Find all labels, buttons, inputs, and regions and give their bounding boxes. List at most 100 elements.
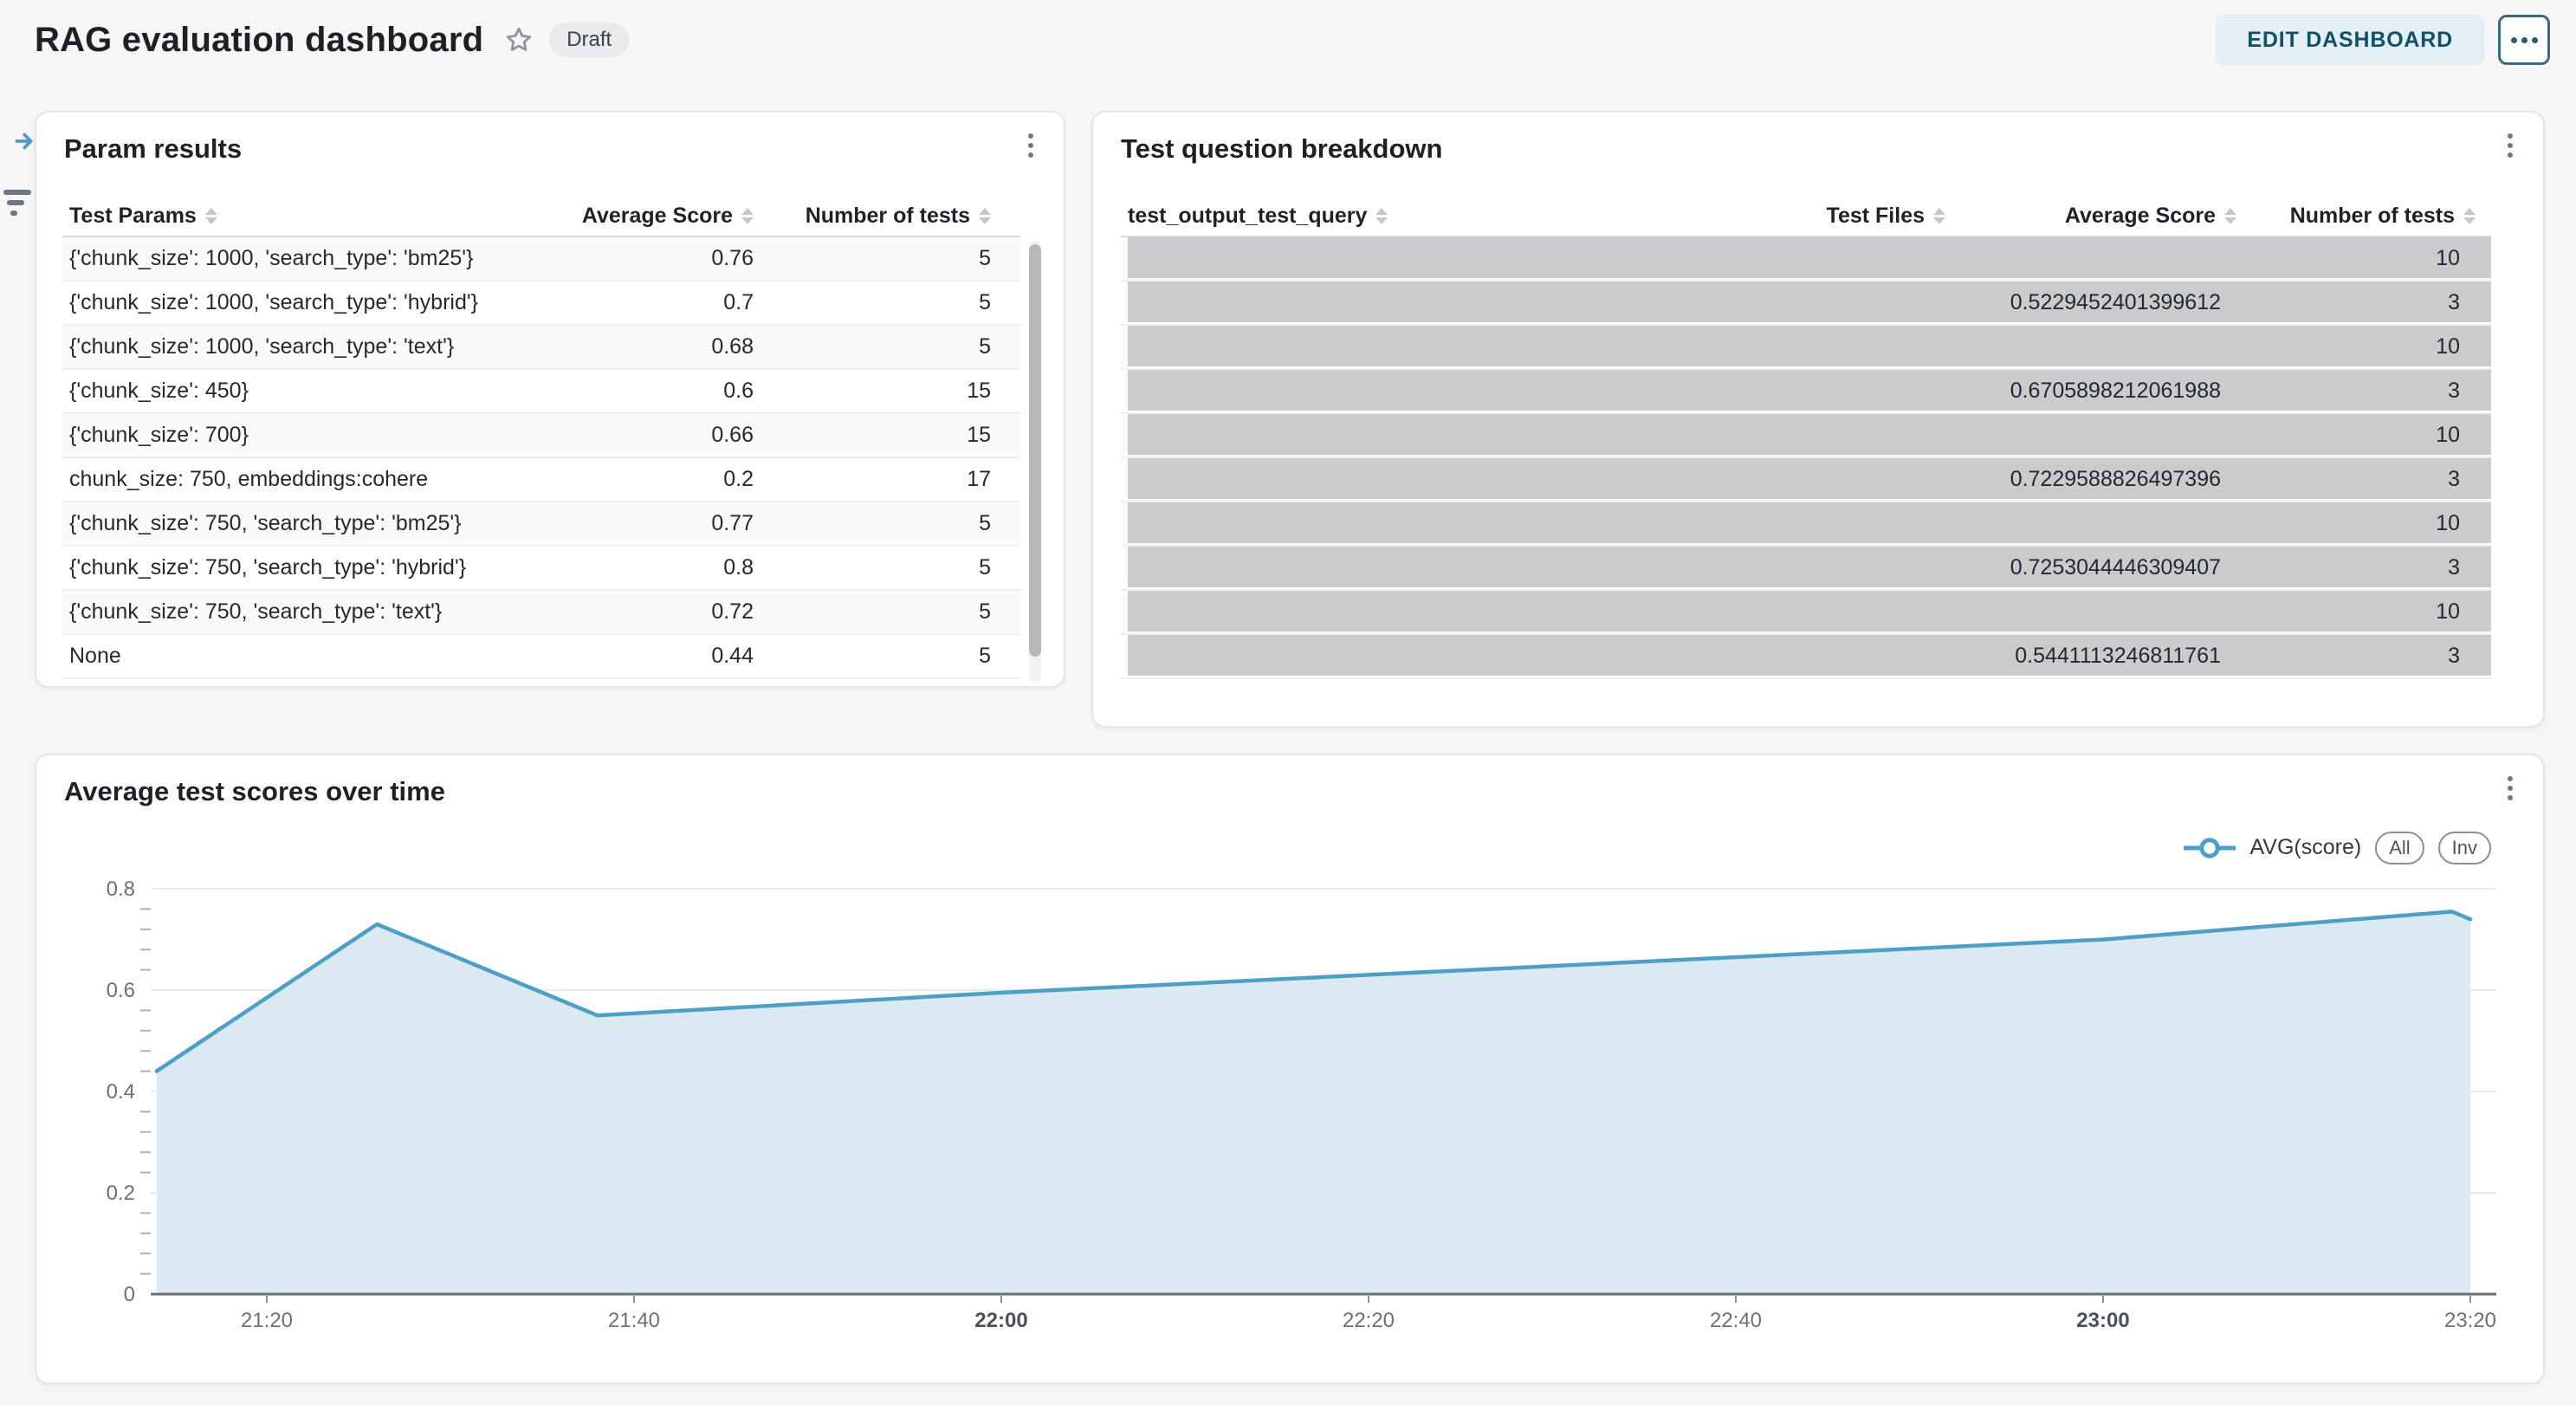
table-row: {'chunk_size': 750, 'search_type': 'bm25… <box>62 502 1020 547</box>
table-cell-with-bar: 3 <box>2252 547 2491 589</box>
table-cell: {'chunk_size': 1000, 'search_type': 'tex… <box>62 326 582 368</box>
table-row: Who is the main character in 'The Call o… <box>1121 414 2491 458</box>
table-cell: 0.2 <box>582 458 769 501</box>
table-cell: 5 <box>769 502 1006 545</box>
table-cell: 5 <box>769 326 1006 368</box>
table-cell-with-bar: 10 <box>2252 326 2491 368</box>
x-axis-label: 22:40 <box>1710 1309 1762 1332</box>
table-cell-with-bar: 10 <box>2252 414 2491 456</box>
table-cell: 5 <box>769 591 1006 633</box>
table-cell-with-bar: 10 <box>2252 502 2491 545</box>
table-cell-with-bar: 10 <box>2252 591 2491 633</box>
filter-icon[interactable] <box>3 190 38 216</box>
dot <box>2521 37 2527 43</box>
column-header-0[interactable]: Test Params <box>62 196 582 236</box>
x-axis-label: 22:20 <box>1343 1309 1395 1332</box>
column-header-0[interactable]: test_output_test_query <box>1121 196 1809 236</box>
table-row: {'chunk_size': 1000, 'search_type': 'bm2… <box>62 237 1020 282</box>
param-results-card: Param results Test ParamsAverage ScoreNu… <box>35 111 1065 688</box>
table-scrollbar <box>1029 241 1041 683</box>
table-cell: 0.72 <box>582 591 769 633</box>
table-cell: {'chunk_size': 700} <box>62 414 582 456</box>
column-header-2[interactable]: Average Score <box>1961 196 2252 236</box>
table-cell: 15 <box>769 370 1006 412</box>
table-row: Why is Buck kidnapped?30.544111324681176… <box>1121 635 2491 679</box>
table-row: {'chunk_size': 1000, 'search_type': 'tex… <box>62 326 1020 370</box>
table-cell: 17 <box>769 458 1006 501</box>
table-row: {'chunk_size': 700}0.6615 <box>62 414 1020 458</box>
scores-over-time-card: Average test scores over time AVG(score)… <box>35 754 2545 1384</box>
table-cell: 0.8 <box>582 547 769 589</box>
table-cell-with-bar: 3 <box>2252 458 2491 501</box>
table-header-row: Test ParamsAverage ScoreNumber of tests <box>62 196 1020 237</box>
table-cell: 0.7 <box>582 282 769 324</box>
table-row: chunk_size: 750, embeddings:cohere0.217 <box>62 458 1020 502</box>
question-breakdown-card: Test question breakdown test_output_test… <box>1091 111 2545 728</box>
sort-icon[interactable] <box>1933 208 1945 224</box>
table-cell: 0.76 <box>582 237 769 280</box>
table-row: Who is the main character in 'The Call o… <box>1121 458 2491 502</box>
area-chart: 00.20.40.60.821:2021:4022:0022:2022:4023… <box>36 755 2547 1386</box>
sort-icon[interactable] <box>979 208 991 224</box>
x-axis-label: 22:00 <box>974 1309 1027 1332</box>
column-header-3[interactable]: Number of tests <box>2252 196 2491 236</box>
page-title: RAG evaluation dashboard <box>35 21 483 60</box>
more-options-button[interactable] <box>2498 15 2550 65</box>
table-cell: 0.6 <box>582 370 769 412</box>
card-menu-kebab-icon[interactable] <box>2491 126 2529 165</box>
sort-icon[interactable] <box>2463 208 2476 224</box>
table-row: Who wrote 'The Call of the Wild'?30.7253… <box>1121 547 2491 591</box>
card-title: Param results <box>64 133 242 165</box>
x-axis-label: 21:40 <box>608 1309 660 1332</box>
table-row: {'chunk_size': 450}0.615 <box>62 370 1020 414</box>
table-row: Where does Buck live at the start of the… <box>1121 326 2491 370</box>
y-axis-label: 0.8 <box>107 877 135 901</box>
table-row: Where does Buck live at the start of the… <box>1121 370 2491 414</box>
table-cell: 0.44 <box>582 635 769 677</box>
table-row: Why is Buck kidnapped?20.625833648086215… <box>1121 591 2491 635</box>
dot <box>2511 37 2517 43</box>
scrollbar-thumb[interactable] <box>1029 244 1041 657</box>
x-axis-label: 23:00 <box>2076 1309 2129 1332</box>
sort-icon[interactable] <box>2224 208 2236 224</box>
table-header-row: test_output_test_queryTest FilesAverage … <box>1121 196 2491 237</box>
x-axis-label: 23:20 <box>2444 1309 2496 1332</box>
table-cell: {'chunk_size': 750, 'search_type': 'hybr… <box>62 547 582 589</box>
table-row: None0.445 <box>62 635 1020 679</box>
table-cell: 0.68 <box>582 326 769 368</box>
table-cell: 5 <box>769 282 1006 324</box>
table-row: {'chunk_size': 750, 'search_type': 'hybr… <box>62 547 1020 591</box>
table-cell-with-bar: 3 <box>2252 635 2491 677</box>
x-axis-label: 21:20 <box>241 1309 293 1332</box>
table-row: How does Buck become the leader of the s… <box>1121 237 2491 282</box>
table-cell-with-bar: 3 <box>2252 370 2491 412</box>
area-fill <box>157 911 2470 1294</box>
column-header-2[interactable]: Number of tests <box>769 196 1006 236</box>
favorite-star-icon[interactable] <box>504 25 534 55</box>
table-cell: 5 <box>769 635 1006 677</box>
table-cell: None <box>62 635 582 677</box>
sort-icon[interactable] <box>205 208 217 224</box>
top-bar: RAG evaluation dashboard Draft EDIT DASH… <box>0 0 2576 80</box>
table-cell: {'chunk_size': 750, 'search_type': 'bm25… <box>62 502 582 545</box>
table-cell-with-bar: 3 <box>2252 282 2491 324</box>
table-cell: {'chunk_size': 1000, 'search_type': 'hyb… <box>62 282 582 324</box>
dot <box>2532 37 2538 43</box>
column-header-1[interactable]: Average Score <box>582 196 769 236</box>
sort-icon[interactable] <box>741 208 754 224</box>
status-badge: Draft <box>549 23 629 58</box>
table-cell: {'chunk_size': 1000, 'search_type': 'bm2… <box>62 237 582 280</box>
table-row: How does Buck become the leader of the s… <box>1121 282 2491 326</box>
table-cell: chunk_size: 750, embeddings:cohere <box>62 458 582 501</box>
sort-icon[interactable] <box>1375 208 1388 224</box>
card-menu-kebab-icon[interactable] <box>1012 126 1050 165</box>
table-cell: 0.77 <box>582 502 769 545</box>
column-header-1[interactable]: Test Files <box>1809 196 1961 236</box>
y-axis-label: 0.4 <box>107 1080 135 1104</box>
edit-dashboard-button[interactable]: EDIT DASHBOARD <box>2216 15 2484 65</box>
table-row: Who wrote 'The Call of the Wild'?20.7174… <box>1121 502 2491 547</box>
y-axis-label: 0.6 <box>107 979 135 1002</box>
dashboard-page: RAG evaluation dashboard Draft EDIT DASH… <box>0 0 2576 1405</box>
y-axis-label: 0 <box>124 1283 135 1306</box>
table-cell: 0.66 <box>582 414 769 456</box>
